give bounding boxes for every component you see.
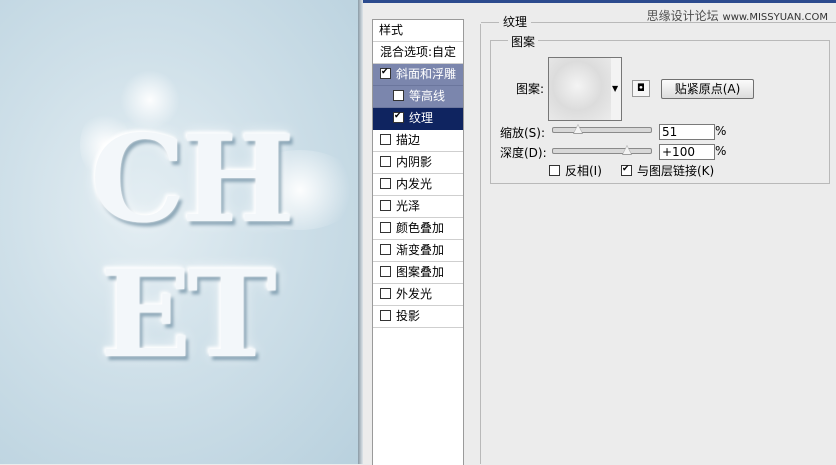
drop-shadow-checkbox[interactable] xyxy=(380,310,391,321)
style-item-drop-shadow[interactable]: 投影 xyxy=(373,306,463,328)
style-item-label: 渐变叠加 xyxy=(396,243,445,257)
style-item-inner-shadow[interactable]: 内阴影 xyxy=(373,152,463,174)
blend-options-item[interactable]: 混合选项:自定 xyxy=(373,42,463,64)
stroke-checkbox[interactable] xyxy=(380,134,391,145)
snap-to-origin-button[interactable]: 贴紧原点(A) xyxy=(661,79,754,99)
scale-unit: % xyxy=(715,124,727,138)
style-item-label: 颜色叠加 xyxy=(396,221,445,235)
layer-style-list: 样式 混合选项:自定 斜面和浮雕 等高线 纹理 描边 内阴影 内发光 光泽 颜色… xyxy=(372,19,464,465)
satin-checkbox[interactable] xyxy=(380,200,391,211)
style-item-pattern-overlay[interactable]: 图案叠加 xyxy=(373,262,463,284)
pattern-swatch[interactable] xyxy=(548,57,613,121)
contour-checkbox[interactable] xyxy=(393,90,404,101)
style-item-inner-glow[interactable]: 内发光 xyxy=(373,174,463,196)
color-overlay-checkbox[interactable] xyxy=(380,222,391,233)
style-item-label: 投影 xyxy=(396,309,421,323)
texture-checkbox[interactable] xyxy=(393,112,404,123)
new-preset-icon[interactable]: ◘ xyxy=(632,80,650,97)
style-item-label: 纹理 xyxy=(409,111,434,125)
style-item-label: 光泽 xyxy=(396,199,421,213)
pattern-overlay-checkbox[interactable] xyxy=(380,266,391,277)
pattern-dropdown[interactable]: ▼ xyxy=(611,57,622,121)
style-item-label: 图案叠加 xyxy=(396,265,445,279)
style-item-color-overlay[interactable]: 颜色叠加 xyxy=(373,218,463,240)
preview-text-line1: CH xyxy=(90,109,295,250)
panel-title-rule xyxy=(481,22,836,23)
style-item-satin[interactable]: 光泽 xyxy=(373,196,463,218)
inner-glow-checkbox[interactable] xyxy=(380,178,391,189)
style-item-label: 描边 xyxy=(396,133,421,147)
link-with-layer-checkbox[interactable] xyxy=(621,165,632,176)
depth-slider[interactable] xyxy=(552,145,652,155)
invert-option[interactable]: 反相(I) xyxy=(549,162,602,179)
style-list-header-label: 样式 xyxy=(379,23,404,37)
canvas-preview: CH ET xyxy=(0,0,358,464)
style-item-outer-glow[interactable]: 外发光 xyxy=(373,284,463,306)
chevron-down-icon: ▼ xyxy=(612,84,619,93)
style-item-label: 内阴影 xyxy=(396,155,433,169)
style-item-label: 等高线 xyxy=(409,89,446,103)
scale-input[interactable] xyxy=(659,124,715,140)
gradient-overlay-checkbox[interactable] xyxy=(380,244,391,255)
invert-checkbox[interactable] xyxy=(549,165,560,176)
style-item-contour[interactable]: 等高线 xyxy=(373,86,463,108)
pattern-label: 图案: xyxy=(516,82,545,96)
style-item-label: 斜面和浮雕 xyxy=(396,67,457,81)
dialog-titlebar xyxy=(363,0,836,3)
scale-slider[interactable] xyxy=(552,124,652,134)
style-item-gradient-overlay[interactable]: 渐变叠加 xyxy=(373,240,463,262)
inner-shadow-checkbox[interactable] xyxy=(380,156,391,167)
depth-unit: % xyxy=(715,144,727,158)
scale-slider-thumb[interactable] xyxy=(572,124,583,134)
preview-text-line2: ET xyxy=(100,244,277,385)
depth-slider-thumb[interactable] xyxy=(621,145,632,155)
style-item-label: 外发光 xyxy=(396,287,433,301)
invert-label: 反相(I) xyxy=(565,164,602,178)
link-with-layer-label: 与图层链接(K) xyxy=(637,164,715,178)
style-list-header[interactable]: 样式 xyxy=(373,20,463,42)
style-item-texture[interactable]: 纹理 xyxy=(373,108,463,130)
bevel-emboss-checkbox[interactable] xyxy=(380,68,391,79)
depth-input[interactable] xyxy=(659,144,715,160)
style-item-label: 内发光 xyxy=(396,177,433,191)
link-with-layer-option[interactable]: 与图层链接(K) xyxy=(621,162,714,179)
depth-label: 深度(D): xyxy=(500,146,547,160)
style-item-bevel-emboss[interactable]: 斜面和浮雕 xyxy=(373,64,463,86)
outer-glow-checkbox[interactable] xyxy=(380,288,391,299)
watermark-brand: 思缘设计论坛 xyxy=(646,9,719,23)
panel-title: 纹理 xyxy=(499,13,532,30)
canvas-divider xyxy=(358,0,363,464)
blend-options-label: 混合选项:自定 xyxy=(380,45,457,59)
style-item-stroke[interactable]: 描边 xyxy=(373,130,463,152)
pattern-group-title: 图案 xyxy=(508,33,539,50)
scale-label: 缩放(S): xyxy=(500,126,546,140)
